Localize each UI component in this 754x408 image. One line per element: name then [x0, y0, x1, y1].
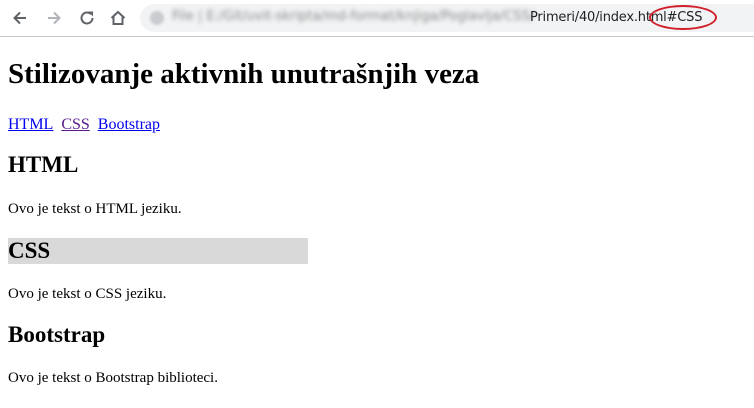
back-arrow-icon [13, 11, 26, 25]
reload-icon [80, 11, 94, 25]
back-button[interactable] [8, 6, 32, 30]
section-heading-bootstrap: Bootstrap [8, 322, 106, 347]
page-title: Stilizovanje aktivnih unutrašnjih veza [8, 58, 480, 90]
link-html[interactable]: HTML [8, 116, 53, 133]
reload-button[interactable] [75, 6, 99, 30]
forward-arrow-icon [48, 11, 61, 25]
section-text-html: Ovo je tekst o HTML jeziku. [8, 201, 182, 217]
url-text: Primeri/40/index.html#CSS [530, 10, 703, 25]
link-bootstrap[interactable]: Bootstrap [98, 116, 160, 133]
section-heading-html: HTML [8, 152, 79, 177]
browser-toolbar: File | E:/Git/uvit-skripta/md-format/knj… [0, 0, 754, 37]
lock-icon [150, 11, 164, 25]
section-text-css: Ovo je tekst o CSS jeziku. [8, 286, 167, 302]
forward-button[interactable] [42, 6, 66, 30]
section-text-bootstrap: Ovo je tekst o Bootstrap biblioteci. [8, 370, 218, 386]
home-icon [110, 10, 126, 25]
address-bar[interactable]: File | E:/Git/uvit-skripta/md-format/knj… [140, 4, 754, 32]
link-css[interactable]: CSS [61, 116, 89, 133]
section-heading-css: CSS [8, 238, 308, 264]
home-button[interactable] [106, 6, 130, 30]
anchor-nav: HTML CSS Bootstrap [8, 116, 164, 134]
url-prefix: File | E:/Git/uvit-skripta/md-format/knj… [172, 9, 535, 24]
